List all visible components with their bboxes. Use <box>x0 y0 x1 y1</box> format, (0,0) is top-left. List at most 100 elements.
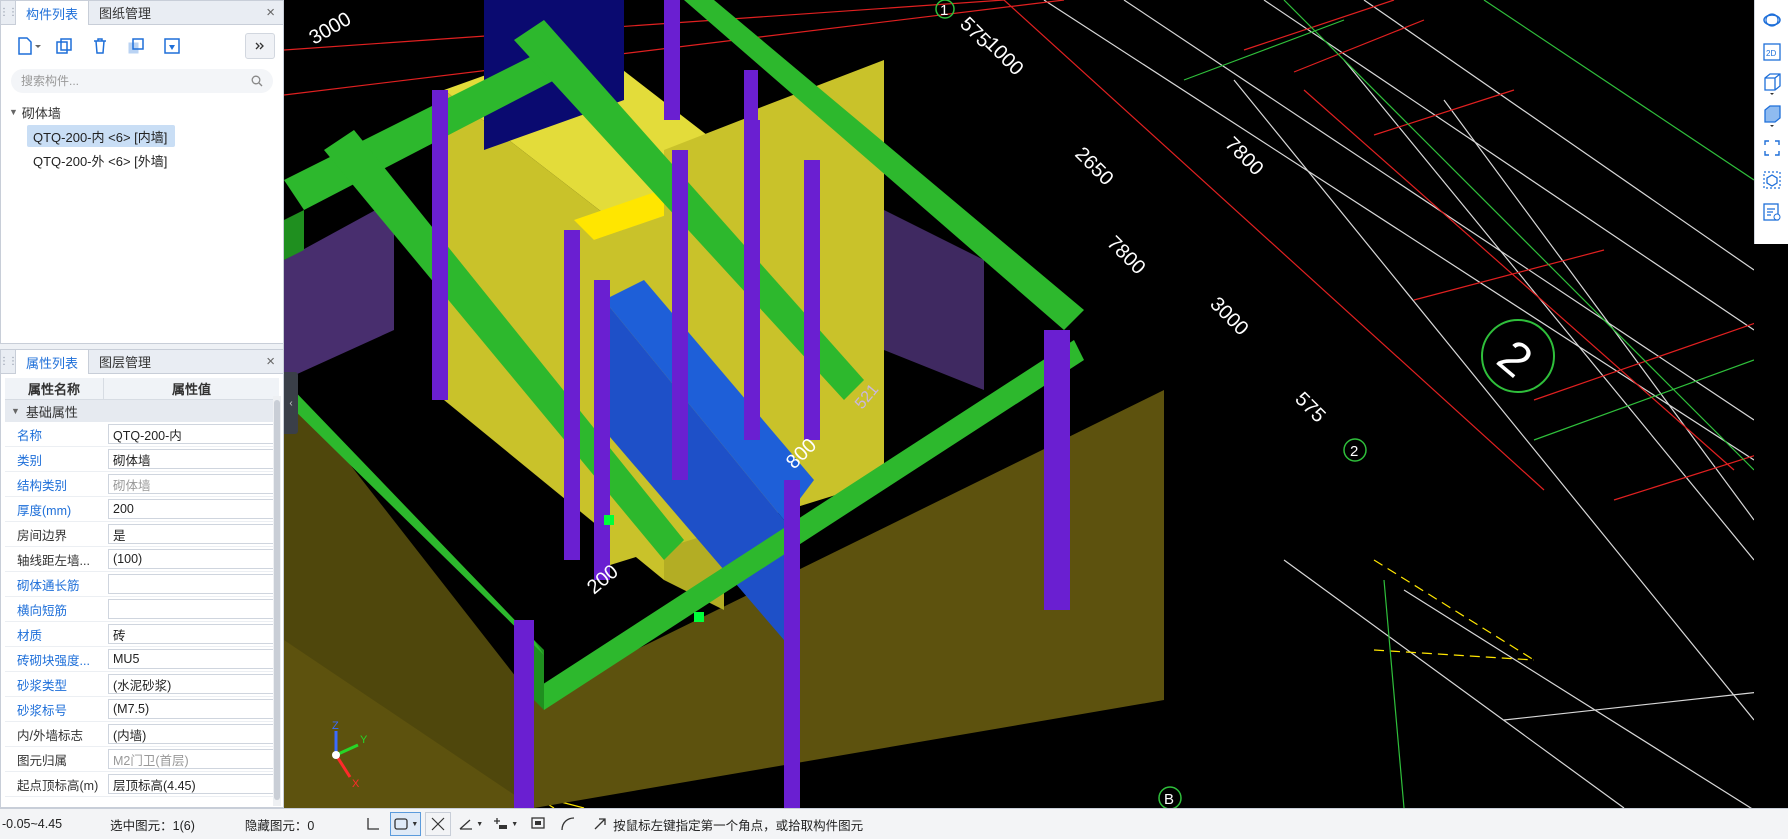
gizmo-y: Y <box>360 734 368 746</box>
section-label: 基础属性 <box>25 404 78 420</box>
3d-solid-view-button[interactable] <box>1759 102 1785 130</box>
tab-component-list[interactable]: 构件列表 <box>15 1 90 25</box>
property-name: 名称 <box>17 428 43 443</box>
svg-text:2D: 2D <box>1766 49 1776 58</box>
property-value-input[interactable]: (100) <box>108 549 275 569</box>
property-value-input[interactable]: QTQ-200-内 <box>108 424 275 444</box>
property-value-input[interactable]: (内墙) <box>108 724 275 744</box>
property-row: 砂浆类型 (水泥砂浆) <box>5 672 279 697</box>
property-name: 类别 <box>17 453 43 468</box>
tab-layer-management[interactable]: 图层管理 <box>89 350 161 373</box>
close-icon[interactable]: × <box>266 4 275 21</box>
close-icon[interactable]: × <box>266 353 275 370</box>
axis-2-label: 2 <box>1350 443 1358 460</box>
view-toolbar: 2D <box>1754 0 1788 244</box>
property-row: 砌体通长筋 <box>5 572 279 597</box>
tree-group-masonry-wall[interactable]: ▼ 砌体墙 <box>9 101 283 123</box>
2d-view-button[interactable]: 2D <box>1759 38 1785 66</box>
component-search <box>11 69 273 93</box>
property-value-input[interactable]: 砌体墙 <box>108 449 275 469</box>
header-property-name: 属性名称 <box>5 378 104 399</box>
property-value-input[interactable]: 是 <box>108 524 275 544</box>
copy-component-button[interactable] <box>49 33 79 59</box>
display-toggle-button[interactable] <box>525 812 551 836</box>
section-basic-properties[interactable]: ▼ 基础属性 <box>5 400 279 422</box>
cross-icon <box>431 817 445 831</box>
select-mode-button[interactable]: ▼ <box>390 812 422 836</box>
property-value-input[interactable]: 层顶标高(4.45) <box>108 774 275 794</box>
tab-property-list[interactable]: 属性列表 <box>15 350 90 374</box>
property-row: 砖砌块强度... MU5 <box>5 647 279 672</box>
layers-cube-icon <box>1762 171 1781 189</box>
property-value-input[interactable]: (M7.5) <box>108 699 275 719</box>
display-settings-button[interactable] <box>1759 166 1785 194</box>
status-bar: -0.05~4.45 选中图元：1(6) 隐藏图元：0 ▼ ▼ ▼ 按鼠标左键指… <box>0 808 1788 839</box>
more-button[interactable] <box>245 33 275 59</box>
property-row: 名称 QTQ-200-内 <box>5 422 279 447</box>
property-row: 轴线距左墙... (100) <box>5 547 279 572</box>
arc-icon <box>561 817 575 831</box>
property-value-input[interactable] <box>108 574 275 594</box>
property-scrollbar[interactable] <box>273 396 281 806</box>
fullscreen-icon <box>1763 140 1780 156</box>
header-property-value: 属性值 <box>171 382 211 397</box>
object-snap-button[interactable]: ▼ <box>490 812 521 836</box>
gizmo-z: Z <box>332 720 339 732</box>
hidden-count: 隐藏图元：0 <box>244 818 315 833</box>
chevron-down-icon: ▼ <box>476 820 484 828</box>
filter-component-button[interactable] <box>157 33 187 59</box>
angle-snap-button[interactable]: ▼ <box>455 812 486 836</box>
property-name: 轴线距左墙... <box>17 553 90 568</box>
cube-solid-icon <box>1763 105 1781 127</box>
property-value-input[interactable]: MU5 <box>108 649 275 669</box>
panel-collapse-handle[interactable]: ‹ <box>284 372 298 434</box>
elevation-range: -0.05~4.45 <box>2 817 63 831</box>
layer-copy-button[interactable] <box>121 33 151 59</box>
property-row: 起点顶标高(m) 层顶标高(4.45) <box>5 772 279 797</box>
property-name: 砖砌块强度... <box>17 653 90 668</box>
property-name: 图元归属 <box>17 753 68 768</box>
3d-viewport[interactable]: 3000 575 1000 2650 7800 7800 3000 575 20… <box>284 0 1754 808</box>
property-info-button[interactable] <box>1759 198 1785 226</box>
property-row: 图元归属 M2门卫(首层) <box>5 747 279 772</box>
orbit-view-button[interactable] <box>1759 6 1785 34</box>
tree-item-inner-wall[interactable]: QTQ-200-内 <6> [内墙] <box>27 125 176 147</box>
property-row: 横向短筋 <box>5 597 279 622</box>
hint-text: 按鼠标左键指定第一个角点，或拾取构件图元 <box>613 818 864 833</box>
scrollbar-thumb[interactable] <box>274 400 280 800</box>
property-value-input[interactable]: (水泥砂浆) <box>108 674 275 694</box>
search-icon[interactable] <box>251 75 263 87</box>
tree-item-outer-wall[interactable]: QTQ-200-外 <6> [外墙] <box>27 149 175 171</box>
drag-grip-icon[interactable]: ⋮⋮ <box>0 1 18 24</box>
new-component-button[interactable] <box>13 33 43 59</box>
property-value-input[interactable]: 200 <box>108 499 275 519</box>
drag-grip-icon[interactable]: ⋮⋮ <box>1 350 18 373</box>
gizmo-x: X <box>352 778 360 790</box>
copy-icon <box>56 38 72 54</box>
property-name: 砌体通长筋 <box>17 578 80 593</box>
property-list-pane: ⋮⋮ 属性列表 图层管理 × 属性名称 属性值 ▼ 基础属性 名称 QTQ-200… <box>0 349 284 808</box>
diagonal-arrow-icon <box>594 818 606 830</box>
3d-box-view-button[interactable] <box>1759 70 1785 98</box>
tab-drawing-management[interactable]: 图纸管理 <box>89 1 161 24</box>
property-value-input[interactable] <box>108 599 275 619</box>
component-list-pane: ⋮⋮ 构件列表 图纸管理 × 搜索构件... ▼ 砌体墙 QTQ-200-内 <… <box>0 0 284 344</box>
property-name: 房间边界 <box>17 528 68 543</box>
delete-component-button[interactable] <box>85 33 115 59</box>
cross-select-button[interactable] <box>425 812 452 836</box>
property-row: 类别 砌体墙 <box>5 447 279 472</box>
property-row: 内/外墙标志 (内墙) <box>5 722 279 747</box>
search-input[interactable] <box>21 74 251 88</box>
ortho-button[interactable] <box>360 812 386 836</box>
caret-down-icon[interactable]: ▼ <box>9 107 18 117</box>
axis-b-label: B <box>1164 791 1174 808</box>
fullscreen-button[interactable] <box>1759 134 1785 162</box>
property-row: 材质 砖 <box>5 622 279 647</box>
caret-down-icon[interactable]: ▼ <box>11 406 20 416</box>
arc-draw-button[interactable] <box>555 812 581 836</box>
tree-group-label: 砌体墙 <box>21 105 61 121</box>
property-value-input[interactable]: 砖 <box>108 624 275 644</box>
chevron-down-icon: ▼ <box>411 820 419 828</box>
new-doc-icon <box>18 37 41 55</box>
component-toolbar <box>1 25 283 67</box>
